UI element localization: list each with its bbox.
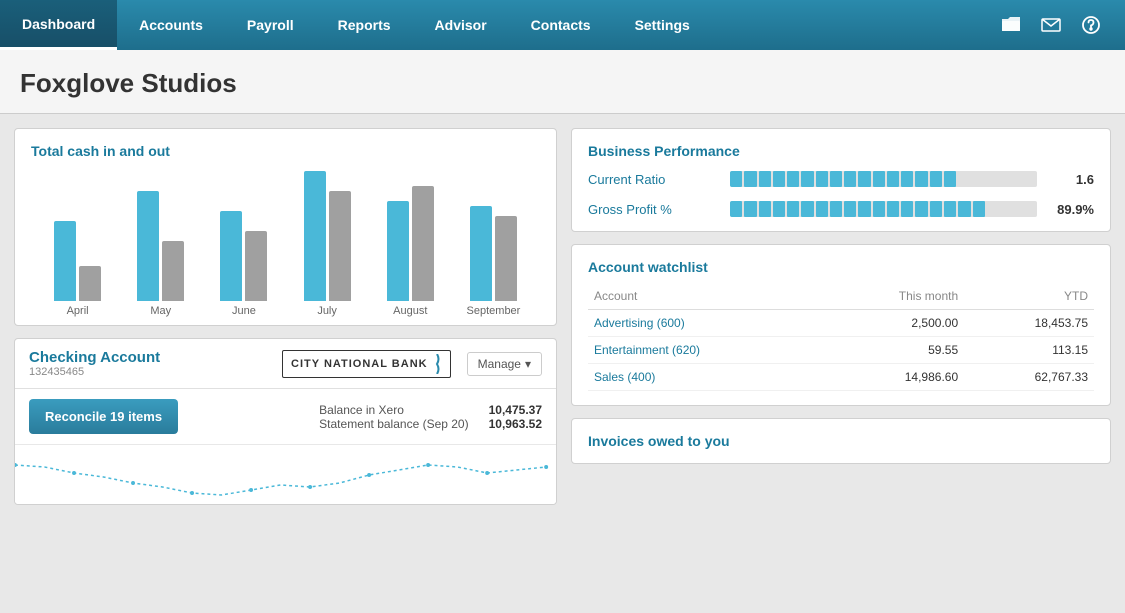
label-april: April <box>41 305 114 317</box>
bank-logo: City National Bank <box>282 350 451 378</box>
watchlist-account-sales[interactable]: Sales (400) <box>594 370 655 384</box>
perf-label-gross-profit[interactable]: Gross Profit % <box>588 202 718 217</box>
perf-label-current-ratio[interactable]: Current Ratio <box>588 172 718 187</box>
bar-may-gray <box>162 241 184 301</box>
balance-statement-amount: 10,963.52 <box>489 417 542 431</box>
perf-bar-segments-gross-profit <box>730 201 1037 217</box>
bar-september-blue <box>470 206 492 301</box>
chart-group-august <box>374 186 447 301</box>
chart-labels: April May June July August September <box>31 305 540 317</box>
watchlist-thismonth-advertising: 2,500.00 <box>822 310 964 337</box>
chevron-down-icon: ▾ <box>525 357 531 371</box>
invoices-title: Invoices owed to you <box>588 433 1094 449</box>
chart-area <box>31 171 540 301</box>
right-panel: Business Performance Current Ratio <box>571 128 1111 599</box>
bar-may-blue <box>137 191 159 301</box>
help-icon[interactable] <box>1073 7 1109 43</box>
business-performance-card: Business Performance Current Ratio <box>571 128 1111 232</box>
balance-xero-amount: 10,475.37 <box>489 403 542 417</box>
watchlist-account-advertising[interactable]: Advertising (600) <box>594 316 685 330</box>
watchlist-col-thismonth: This month <box>822 287 964 310</box>
account-card: Checking Account 132435465 City National… <box>14 338 557 505</box>
label-july: July <box>291 305 364 317</box>
bar-august-blue <box>387 201 409 301</box>
watchlist-col-ytd: YTD <box>964 287 1094 310</box>
perf-row-gross-profit: Gross Profit % <box>588 201 1094 217</box>
chart-group-may <box>124 191 197 301</box>
label-august: August <box>374 305 447 317</box>
page-title: Foxglove Studios <box>20 68 1105 99</box>
perf-row-current-ratio: Current Ratio <box>588 171 1094 187</box>
watchlist-table: Account This month YTD Advertising (600)… <box>588 287 1094 391</box>
watchlist-ytd-advertising: 18,453.75 <box>964 310 1094 337</box>
bar-july-blue <box>304 171 326 301</box>
nav-advisor[interactable]: Advisor <box>413 0 509 50</box>
nav-settings[interactable]: Settings <box>613 0 712 50</box>
left-panel: Total cash in and out <box>14 128 557 599</box>
invoices-card: Invoices owed to you <box>571 418 1111 464</box>
account-body: Reconcile 19 items Balance in Xero 10,47… <box>15 389 556 444</box>
bar-september-gray <box>495 216 517 301</box>
main-content: Total cash in and out <box>0 114 1125 613</box>
page-header: Foxglove Studios <box>0 50 1125 114</box>
manage-button[interactable]: Manage ▾ <box>467 352 542 376</box>
bar-june-gray <box>245 231 267 301</box>
account-number: 132435465 <box>29 366 160 378</box>
watchlist-ytd-sales: 62,767.33 <box>964 364 1094 391</box>
watchlist-account-entertainment[interactable]: Entertainment (620) <box>594 343 700 357</box>
chart-group-june <box>207 211 280 301</box>
balance-info: Balance in Xero 10,475.37 Statement bala… <box>319 403 542 431</box>
chart-group-september <box>457 206 530 301</box>
nav-icon-group <box>977 0 1125 50</box>
table-row: Sales (400) 14,986.60 62,767.33 <box>588 364 1094 391</box>
bar-april-blue <box>54 221 76 301</box>
label-may: May <box>124 305 197 317</box>
watchlist-thismonth-sales: 14,986.60 <box>822 364 964 391</box>
mail-icon[interactable] <box>1033 7 1069 43</box>
chart-group-july <box>291 171 364 301</box>
watchlist-title: Account watchlist <box>588 259 1094 275</box>
perf-bar-gross-profit-container <box>730 201 1037 217</box>
bar-july-gray <box>329 191 351 301</box>
account-header: Checking Account 132435465 City National… <box>15 339 556 389</box>
perf-value-gross-profit: 89.9% <box>1049 202 1094 217</box>
account-name[interactable]: Checking Account <box>29 349 160 366</box>
label-june: June <box>207 305 280 317</box>
nav-payroll[interactable]: Payroll <box>225 0 316 50</box>
balance-xero-row: Balance in Xero 10,475.37 <box>319 403 542 417</box>
watchlist-header-row: Account This month YTD <box>588 287 1094 310</box>
sparkline-area <box>15 444 556 504</box>
cash-chart-card: Total cash in and out <box>14 128 557 326</box>
bar-april-gray <box>79 266 101 301</box>
business-performance-title: Business Performance <box>588 143 1094 159</box>
chart-group-april <box>41 221 114 301</box>
navbar: Dashboard Accounts Payroll Reports Advis… <box>0 0 1125 50</box>
nav-dashboard[interactable]: Dashboard <box>0 0 117 50</box>
reconcile-button[interactable]: Reconcile 19 items <box>29 399 178 434</box>
watchlist-thismonth-entertainment: 59.55 <box>822 337 964 364</box>
balance-statement-row: Statement balance (Sep 20) 10,963.52 <box>319 417 542 431</box>
nav-contacts[interactable]: Contacts <box>509 0 613 50</box>
watchlist-col-account: Account <box>588 287 822 310</box>
nav-accounts[interactable]: Accounts <box>117 0 225 50</box>
watchlist-card: Account watchlist Account This month YTD… <box>571 244 1111 406</box>
bar-june-blue <box>220 211 242 301</box>
label-september: September <box>457 305 530 317</box>
perf-value-current-ratio: 1.6 <box>1049 172 1094 187</box>
perf-bar-segments-current-ratio <box>730 171 1037 187</box>
perf-bar-current-ratio-container <box>730 171 1037 187</box>
bar-august-gray <box>412 186 434 301</box>
account-name-group: Checking Account 132435465 <box>29 349 160 378</box>
cash-chart-title: Total cash in and out <box>31 143 540 159</box>
folder-icon[interactable] <box>993 7 1029 43</box>
table-row: Entertainment (620) 59.55 113.15 <box>588 337 1094 364</box>
table-row: Advertising (600) 2,500.00 18,453.75 <box>588 310 1094 337</box>
nav-reports[interactable]: Reports <box>316 0 413 50</box>
watchlist-ytd-entertainment: 113.15 <box>964 337 1094 364</box>
